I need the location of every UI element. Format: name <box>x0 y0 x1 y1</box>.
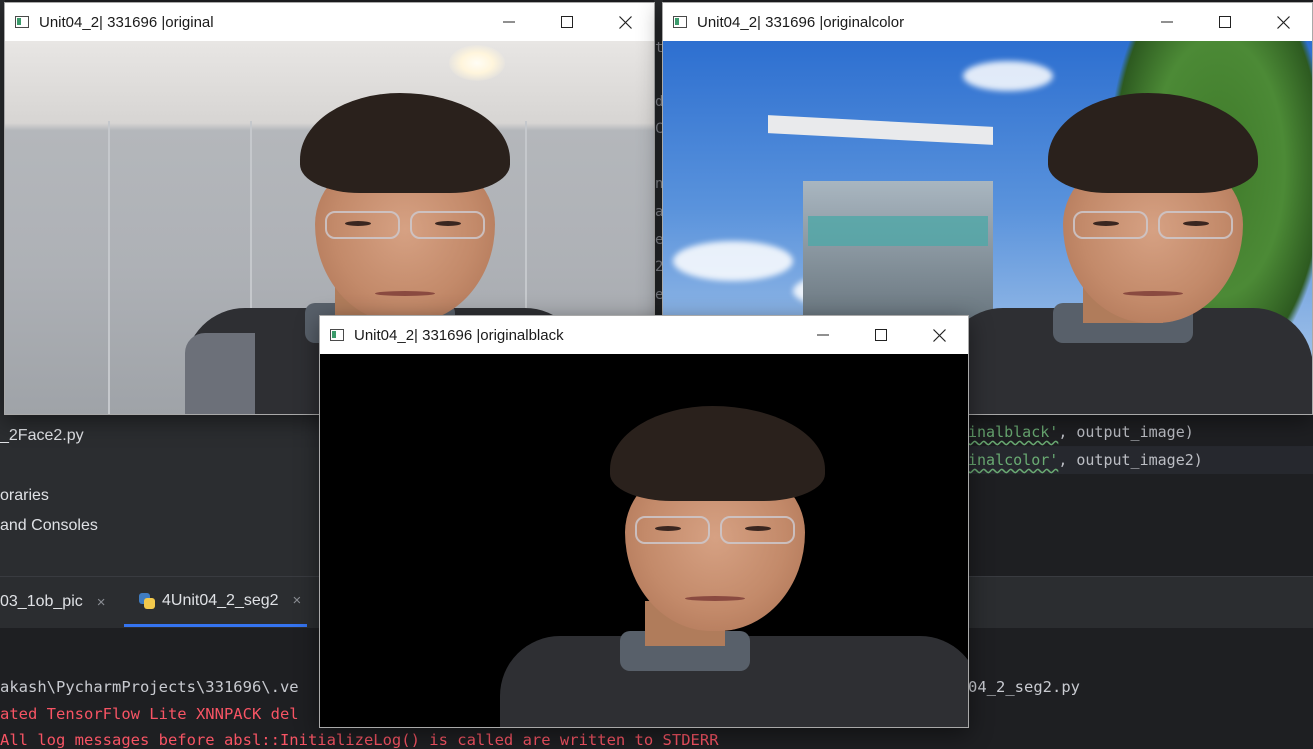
project-panel: _2Face2.py oraries and Consoles <box>0 414 320 576</box>
close-button[interactable] <box>910 316 968 354</box>
window-titlebar[interactable]: Unit04_2| 331696 |original <box>5 3 654 41</box>
window-title: Unit04_2| 331696 |originalblack <box>354 326 564 344</box>
minimize-icon <box>817 334 829 336</box>
code-line: inalblack', output_image) <box>968 423 1194 441</box>
minimize-button[interactable] <box>480 3 538 41</box>
tab-close-icon[interactable]: × <box>293 592 302 609</box>
code-line: inalcolor', output_image2) <box>968 451 1203 469</box>
maximize-icon <box>561 16 573 28</box>
person-figure <box>943 93 1312 414</box>
window-originalblack[interactable]: Unit04_2| 331696 |originalblack <box>319 315 969 728</box>
video-frame-originalblack <box>320 354 968 727</box>
tab-label: 03_1ob_pic <box>0 593 83 610</box>
project-external-libraries[interactable]: oraries <box>0 487 49 505</box>
close-button[interactable] <box>1254 3 1312 41</box>
window-titlebar[interactable]: Unit04_2| 331696 |originalcolor <box>663 3 1312 41</box>
window-title: Unit04_2| 331696 |originalcolor <box>697 13 905 31</box>
project-file-item[interactable]: _2Face2.py <box>0 427 84 445</box>
code-editor[interactable]: inalblack', output_image) inalcolor', ou… <box>968 414 1313 576</box>
close-icon <box>1276 15 1290 29</box>
minimize-icon <box>503 21 515 23</box>
opencv-window-icon <box>330 329 344 341</box>
maximize-icon <box>1219 16 1231 28</box>
python-file-icon <box>138 592 156 610</box>
window-title: Unit04_2| 331696 |original <box>39 13 214 31</box>
console-error-line: ated TensorFlow Lite XNNPACK del <box>0 705 299 723</box>
close-icon <box>932 328 946 342</box>
window-titlebar[interactable]: Unit04_2| 331696 |originalblack <box>320 316 968 354</box>
maximize-button[interactable] <box>538 3 596 41</box>
minimize-button[interactable] <box>794 316 852 354</box>
maximize-button[interactable] <box>1196 3 1254 41</box>
maximize-button[interactable] <box>852 316 910 354</box>
maximize-icon <box>875 329 887 341</box>
project-scratches-consoles[interactable]: and Consoles <box>0 517 98 535</box>
close-button[interactable] <box>596 3 654 41</box>
console-error-line: All log messages before absl::Initialize… <box>0 731 719 749</box>
run-tab[interactable]: 03_1ob_pic × <box>0 577 106 627</box>
console-path-line: akash\PycharmProjects\331696\.ve <box>0 678 299 696</box>
ceiling-light <box>449 45 505 81</box>
minimize-icon <box>1161 21 1173 23</box>
tab-close-icon[interactable]: × <box>97 594 106 611</box>
tab-label: 4Unit04_2_seg2 <box>162 591 279 609</box>
minimize-button[interactable] <box>1138 3 1196 41</box>
person-figure <box>420 406 968 727</box>
opencv-window-icon <box>673 16 687 28</box>
close-icon <box>618 15 632 29</box>
opencv-window-icon <box>15 16 29 28</box>
console-path-line-right: 04_2_seg2.py <box>968 678 1080 696</box>
run-tab-active[interactable]: 4Unit04_2_seg2 × <box>124 577 308 627</box>
